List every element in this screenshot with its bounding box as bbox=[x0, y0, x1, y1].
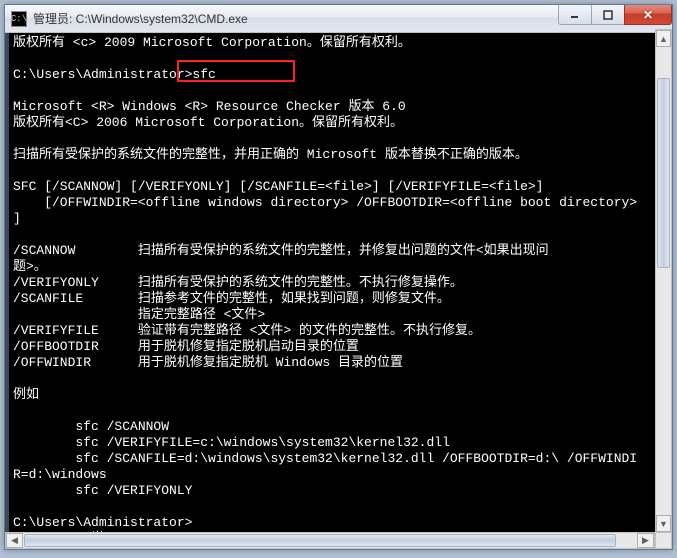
scroll-left-button[interactable]: ◀ bbox=[6, 533, 23, 548]
output-line: sfc /VERIFYONLY bbox=[13, 483, 192, 498]
output-line: 扫描所有受保护的系统文件的完整性，并用正确的 Microsoft 版本替换不正确… bbox=[13, 147, 528, 162]
close-button[interactable]: ✕ bbox=[624, 5, 672, 25]
output-line: C:\Users\Administrator> bbox=[13, 515, 192, 530]
output-line: SFC [/SCANNOW] [/VERIFYONLY] [/SCANFILE=… bbox=[13, 179, 544, 194]
close-icon: ✕ bbox=[643, 8, 653, 22]
cmd-icon: C:\ bbox=[11, 11, 27, 27]
output-line: /SCANNOW 扫描所有受保护的系统文件的完整性，并修复出问题的文件<如果出现… bbox=[13, 243, 549, 258]
maximize-button[interactable] bbox=[591, 5, 625, 25]
scroll-right-button[interactable]: ▶ bbox=[637, 533, 654, 548]
output-line: sfc /SCANNOW bbox=[13, 419, 169, 434]
output-line: 例如 bbox=[13, 387, 39, 402]
output-line: /SCANFILE 扫描参考文件的完整性，如果找到问题，则修复文件。 bbox=[13, 291, 450, 306]
output-line: [/OFFWINDIR=<offline windows directory> … bbox=[13, 195, 637, 210]
window-controls: ✕ bbox=[559, 5, 672, 25]
output-line: 版权所有 <c> 2009 Microsoft Corporation。保留所有… bbox=[13, 35, 411, 50]
output-line: 题>。 bbox=[13, 259, 47, 274]
cmd-window: C:\ 管理员: C:\Windows\system32\CMD.exe ✕ 版… bbox=[4, 4, 673, 550]
output-line: sfc /VERIFYFILE=c:\windows\system32\kern… bbox=[13, 435, 450, 450]
output-line: 指定完整路径 <文件> bbox=[13, 307, 265, 322]
terminal-output[interactable]: 版权所有 <c> 2009 Microsoft Corporation。保留所有… bbox=[5, 33, 672, 549]
horizontal-scrollbar[interactable]: ◀ ▶ bbox=[5, 532, 655, 549]
titlebar[interactable]: C:\ 管理员: C:\Windows\system32\CMD.exe ✕ bbox=[5, 5, 672, 33]
output-line: /OFFBOOTDIR 用于脱机修复指定脱机启动目录的位置 bbox=[13, 339, 359, 354]
scroll-thumb-h[interactable] bbox=[24, 534, 616, 547]
output-line: /VERIFYONLY 扫描所有受保护的系统文件的完整性。不执行修复操作。 bbox=[13, 275, 463, 290]
output-line: ] bbox=[13, 211, 21, 226]
scroll-corner bbox=[655, 532, 672, 549]
vertical-scrollbar[interactable]: ▲ ▼ bbox=[655, 29, 672, 533]
output-line: /VERIFYFILE 验证带有完整路径 <文件> 的文件的完整性。不执行修复。 bbox=[13, 323, 481, 338]
output-line: Microsoft <R> Windows <R> Resource Check… bbox=[13, 99, 406, 114]
scroll-down-button[interactable]: ▼ bbox=[656, 515, 671, 532]
output-line: R=d:\windows bbox=[13, 467, 107, 482]
scroll-thumb-v[interactable] bbox=[657, 78, 670, 268]
output-line: 版权所有<C> 2006 Microsoft Corporation。保留所有权… bbox=[13, 115, 403, 130]
scroll-up-button[interactable]: ▲ bbox=[656, 30, 671, 47]
minimize-button[interactable] bbox=[558, 5, 592, 25]
output-line: sfc /SCANFILE=d:\windows\system32\kernel… bbox=[13, 451, 637, 466]
window-title: 管理员: C:\Windows\system32\CMD.exe bbox=[33, 10, 559, 27]
output-line: C:\Users\Administrator>sfc bbox=[13, 67, 216, 82]
output-line: /OFFWINDIR 用于脱机修复指定脱机 Windows 目录的位置 bbox=[13, 355, 403, 370]
